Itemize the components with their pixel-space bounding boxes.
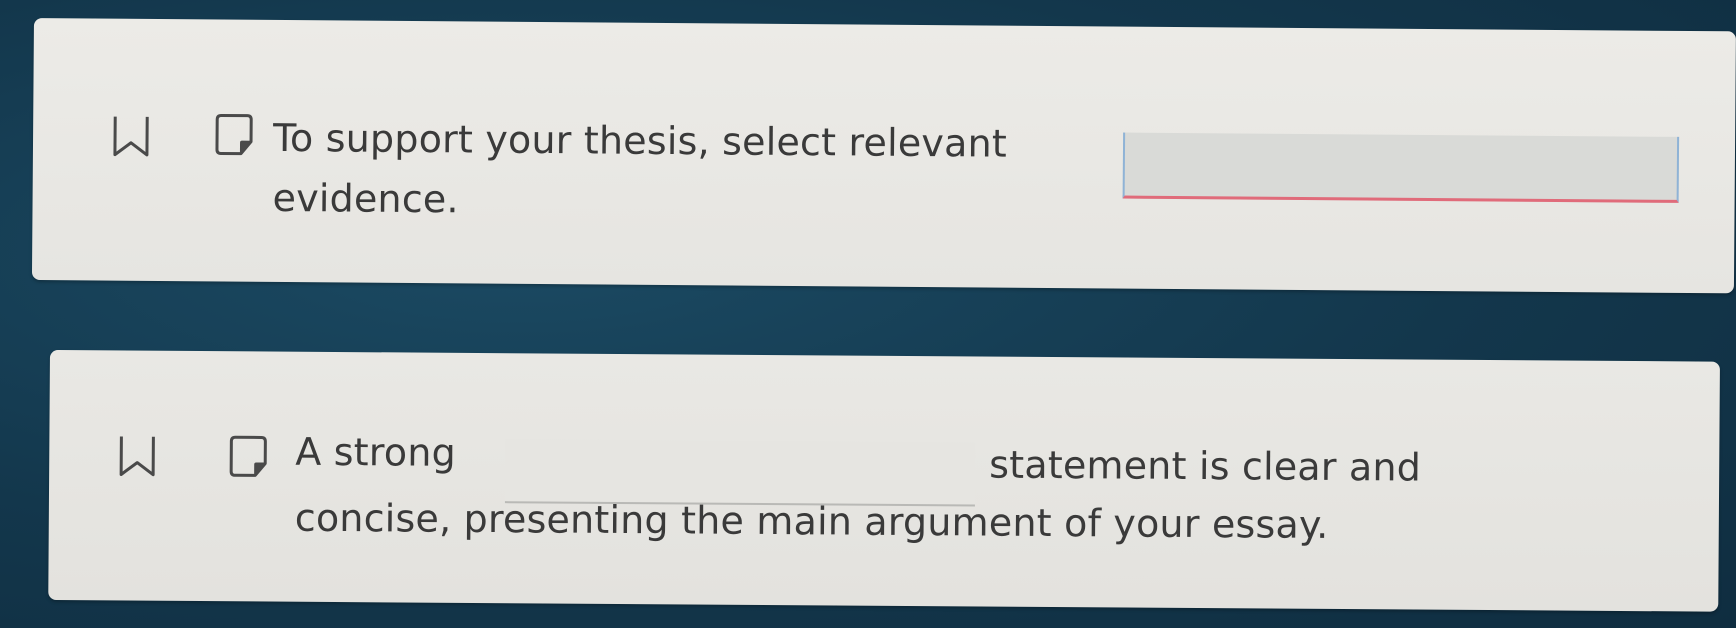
question-card-2: A strong statement is clear and concise,… <box>48 350 1720 612</box>
question-1-text-after: evidence. <box>272 175 459 222</box>
bookmark-icon[interactable] <box>117 432 157 478</box>
note-icon[interactable] <box>211 111 257 157</box>
question-2-text-before: A strong <box>295 429 457 475</box>
bookmark-icon[interactable] <box>111 113 151 159</box>
answer-blank-1[interactable] <box>1122 132 1680 203</box>
note-icon[interactable] <box>225 433 271 479</box>
question-2-text-middle: statement is clear and <box>989 442 1422 490</box>
question-1-text-before: To support your thesis, select relevant <box>272 115 1008 166</box>
question-2-text-after: concise, presenting the main argument of… <box>294 495 1329 547</box>
question-card-1: To support your thesis, select relevant … <box>31 18 1736 294</box>
